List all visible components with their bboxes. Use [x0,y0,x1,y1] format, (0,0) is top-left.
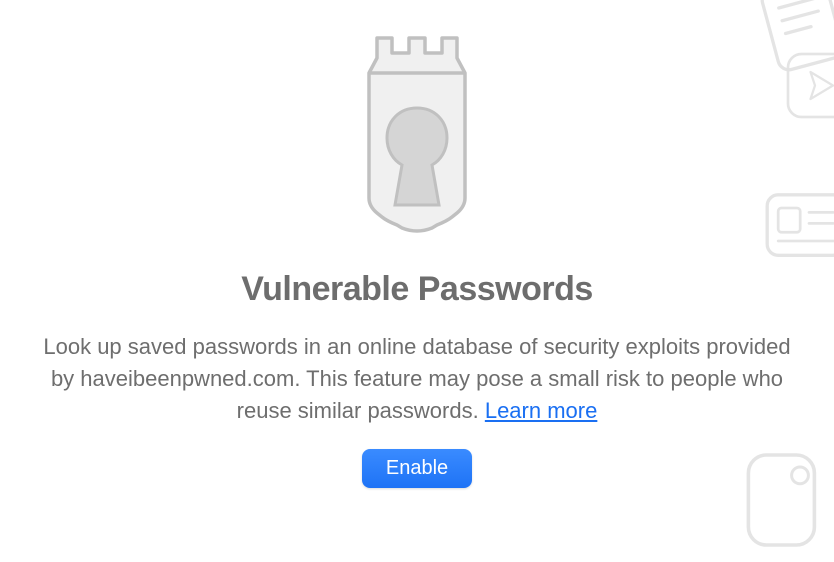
airplane-decoration-icon [779,45,834,140]
page-title: Vulnerable Passwords [241,270,593,309]
device-decoration-icon [734,437,834,562]
learn-more-link[interactable]: Learn more [485,398,598,423]
id-card-decoration-icon [754,175,834,290]
description-text: Look up saved passwords in an online dat… [32,331,802,427]
description-body: Look up saved passwords in an online dat… [43,334,790,423]
vulnerable-passwords-panel: Vulnerable Passwords Look up saved passw… [0,0,834,512]
tower-keyhole-icon [337,30,497,260]
enable-button[interactable]: Enable [362,449,472,488]
